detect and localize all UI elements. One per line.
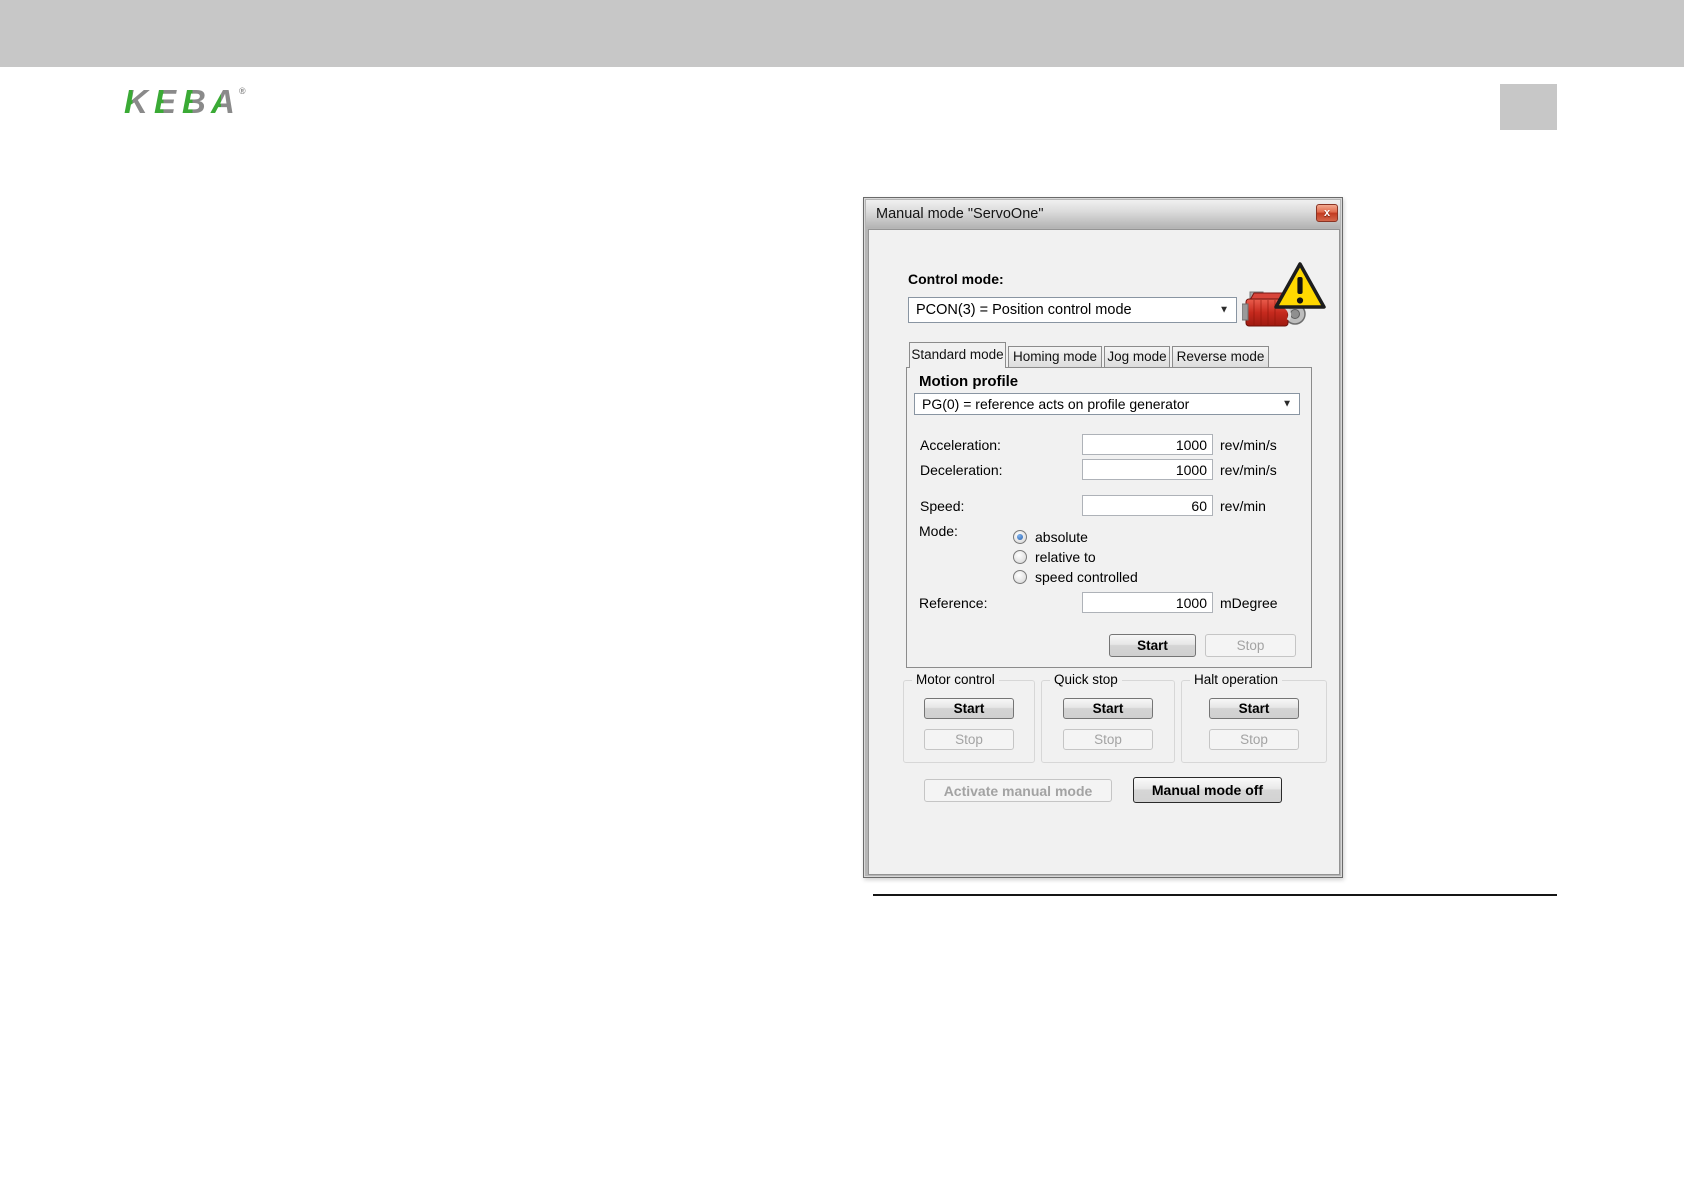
tab-label: Homing mode [1012,349,1098,364]
tab-label: Jog mode [1107,349,1167,364]
page-header-bar [0,0,1684,67]
motion-profile-value: PG(0) = reference acts on profile genera… [922,396,1190,412]
reference-unit: mDegree [1220,595,1278,611]
document-page: K E B A ® Manual mode "ServoOne" x Contr… [0,0,1684,1191]
radio-row-relative-to[interactable]: relative to [1013,549,1096,565]
motion-profile-select[interactable]: PG(0) = reference acts on profile genera… [914,393,1300,415]
quick-stop-start-button[interactable]: Start [1063,698,1153,719]
group-title: Quick stop [1050,672,1122,687]
mode-label: Mode: [919,523,958,539]
logo-letter-k: K [124,83,150,120]
tab-reverse-mode[interactable]: Reverse mode [1172,346,1269,368]
acceleration-label: Acceleration: [920,437,1001,453]
radio-button-absolute[interactable] [1013,530,1027,544]
speed-label: Speed: [920,498,965,514]
reference-label: Reference: [919,595,988,611]
standard-mode-panel: Motion profile Acceleration: rev/min/s D… [906,367,1312,668]
close-icon: x [1323,207,1331,219]
tab-jog-mode[interactable]: Jog mode [1104,346,1170,368]
control-mode-label: Control mode: [908,271,1004,287]
manual-mode-off-button[interactable]: Manual mode off [1133,777,1282,803]
group-title: Motor control [912,672,999,687]
logo-letter-b: B [182,83,206,120]
dialog-title: Manual mode "ServoOne" [876,206,1044,222]
stop-button[interactable]: Stop [1205,634,1296,657]
radio-row-speed-controlled[interactable]: speed controlled [1013,569,1138,585]
dialog-titlebar[interactable]: Manual mode "ServoOne" [866,200,1340,228]
logo-letter-e: E [154,83,177,120]
group-quick-stop: Quick stop Start Stop [1041,672,1175,763]
deceleration-label: Deceleration: [920,462,1003,478]
start-button[interactable]: Start [1109,634,1196,657]
reference-input[interactable] [1082,592,1213,613]
radio-label-speed-controlled: speed controlled [1035,569,1138,585]
motor-control-stop-button[interactable]: Stop [924,729,1014,750]
control-mode-select[interactable]: PCON(3) = Position control mode ▼ [908,297,1237,323]
footer-divider-line [873,894,1557,896]
activate-manual-mode-button[interactable]: Activate manual mode [924,779,1112,802]
tab-label: Standard mode [911,347,1004,362]
close-button[interactable]: x [1316,204,1338,222]
speed-input[interactable] [1082,495,1213,516]
acceleration-input[interactable] [1082,434,1213,455]
group-motor-control: Motor control Start Stop [903,672,1035,763]
radio-button-speed-controlled[interactable] [1013,570,1027,584]
radio-label-relative-to: relative to [1035,549,1096,565]
radio-row-absolute[interactable]: absolute [1013,529,1088,545]
dropdown-arrow-icon: ▼ [1219,304,1229,316]
dropdown-arrow-icon: ▼ [1282,398,1292,410]
page-number-box [1500,84,1557,130]
tab-label: Reverse mode [1176,349,1265,364]
motion-profile-heading: Motion profile [919,373,1019,390]
group-title: Halt operation [1190,672,1283,687]
halt-operation-start-button[interactable]: Start [1209,698,1299,719]
quick-stop-stop-button[interactable]: Stop [1063,729,1153,750]
keba-logo: K E B A ® [120,82,260,124]
tab-standard-mode[interactable]: Standard mode [909,342,1006,368]
deceleration-unit: rev/min/s [1220,462,1277,478]
manual-mode-dialog: Manual mode "ServoOne" x Control mode: P… [863,197,1343,878]
group-halt-operation: Halt operation Start Stop [1181,672,1327,763]
motor-control-start-button[interactable]: Start [924,698,1014,719]
registered-mark: ® [239,86,246,96]
servo-status-icon [1242,260,1330,336]
deceleration-input[interactable] [1082,459,1213,480]
tab-homing-mode[interactable]: Homing mode [1008,346,1102,368]
acceleration-unit: rev/min/s [1220,437,1277,453]
warning-icon [1274,262,1326,309]
logo-letter-a: A [210,83,235,120]
radio-label-absolute: absolute [1035,529,1088,545]
halt-operation-stop-button[interactable]: Stop [1209,729,1299,750]
control-mode-value: PCON(3) = Position control mode [916,302,1132,318]
keba-logo-graphic: K E B A ® [124,83,246,120]
radio-button-relative-to[interactable] [1013,550,1027,564]
speed-unit: rev/min [1220,498,1266,514]
